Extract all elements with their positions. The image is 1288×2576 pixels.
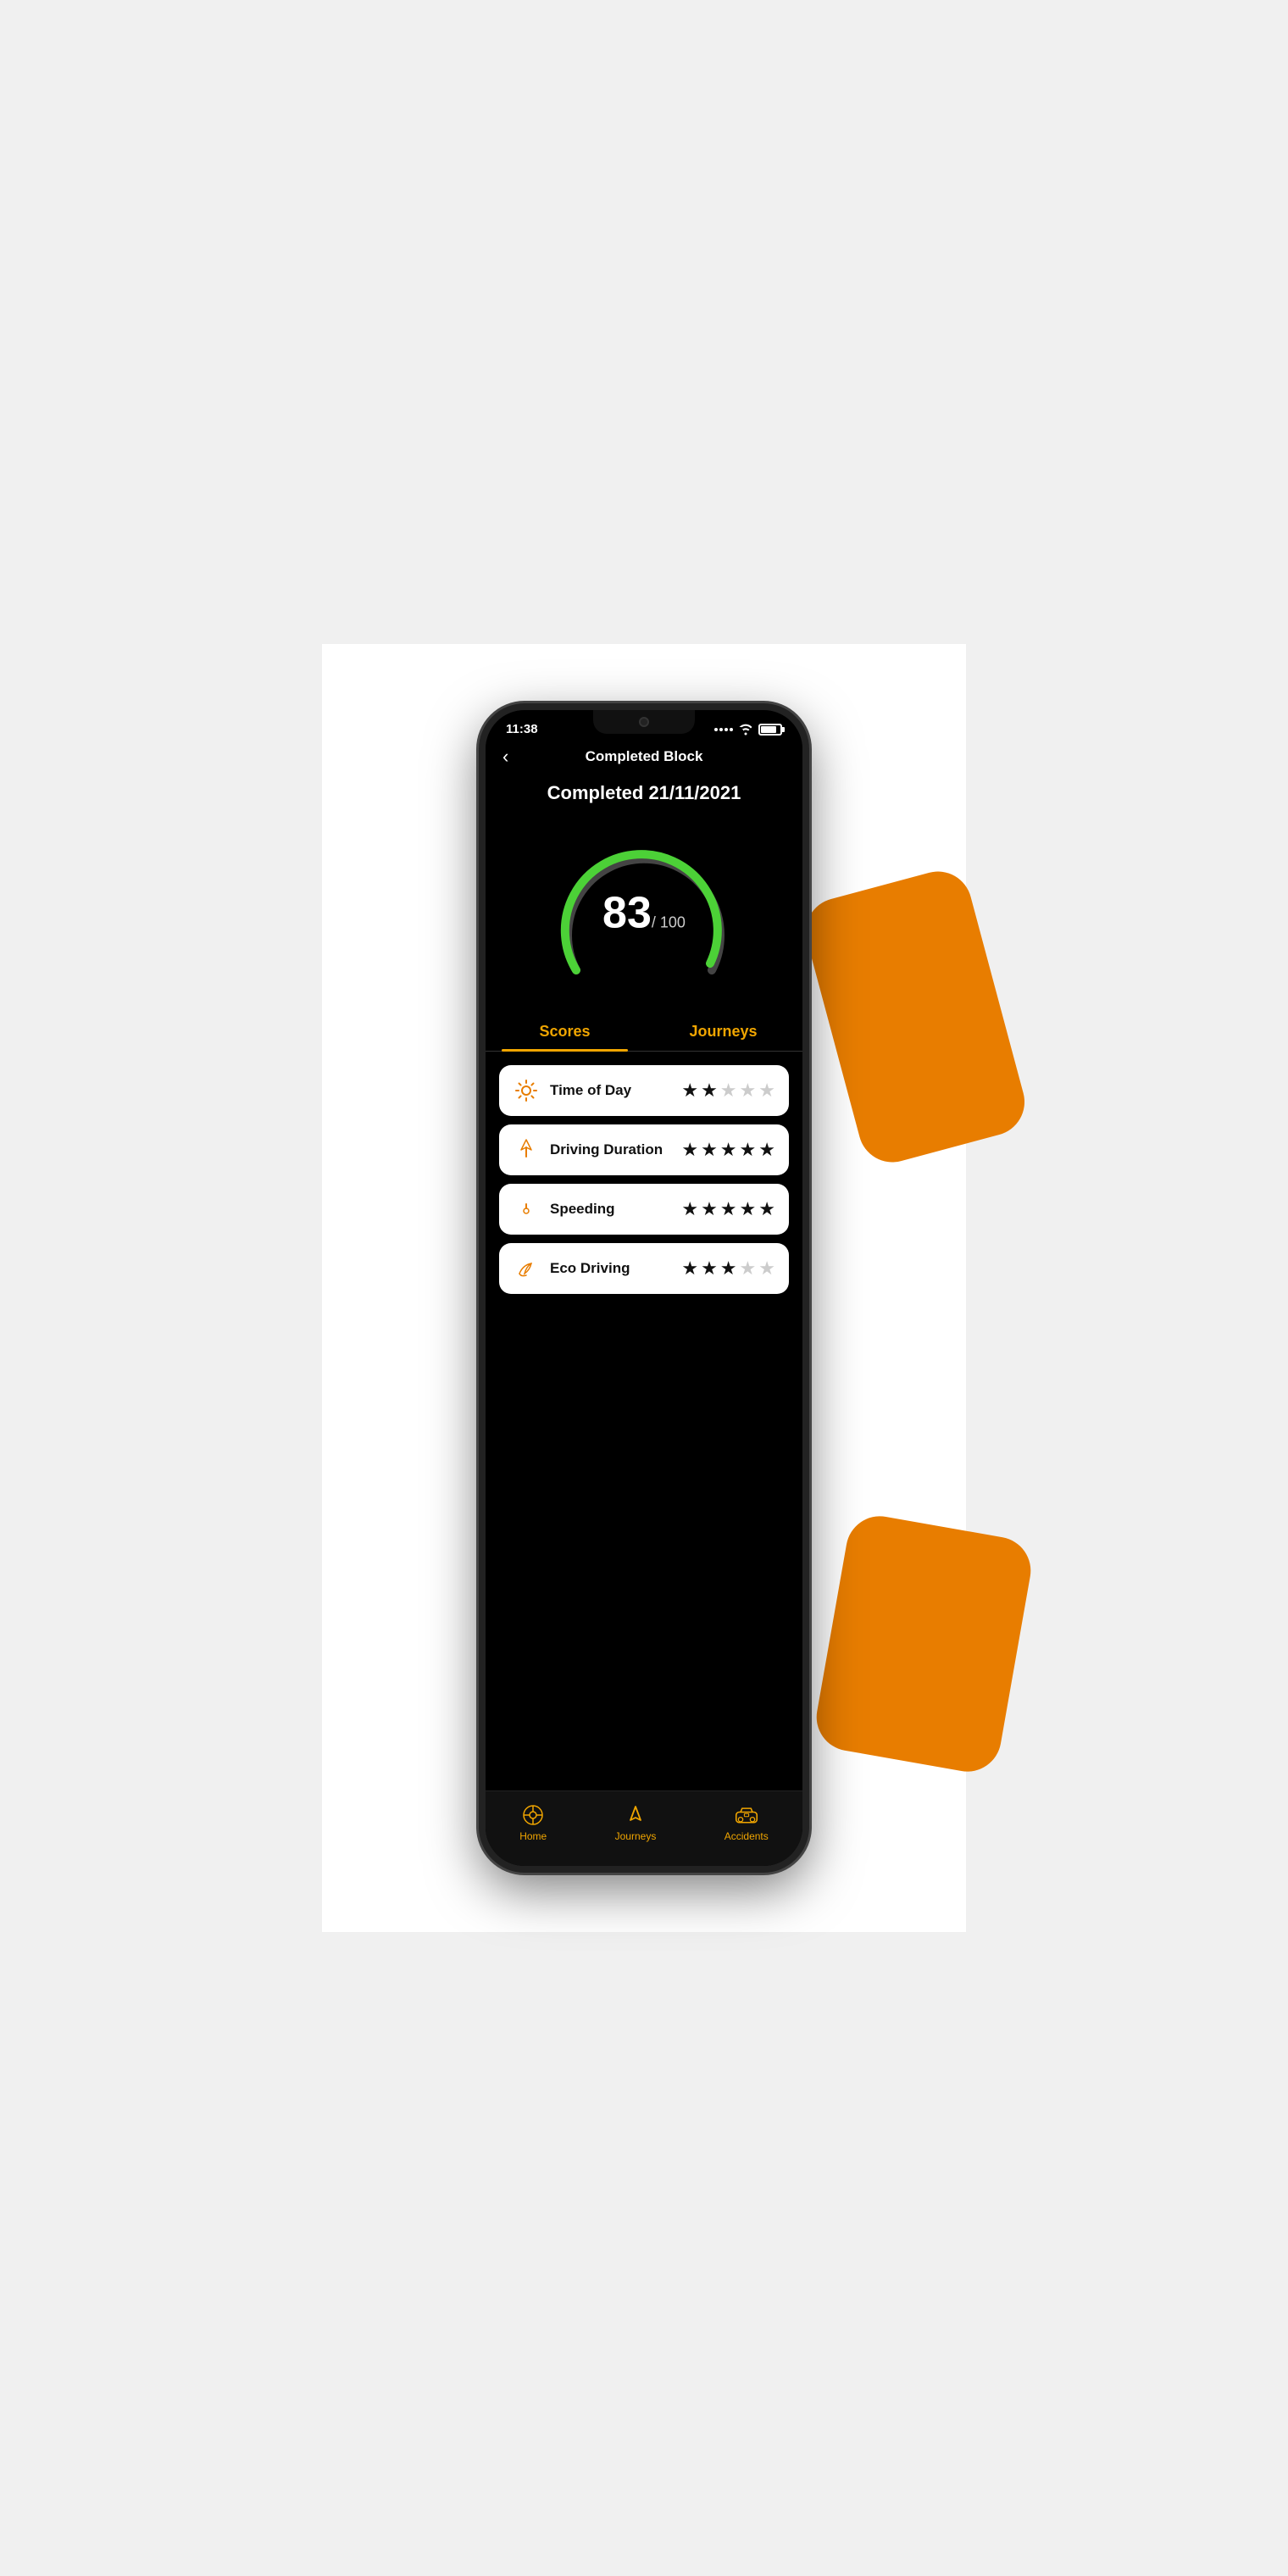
battery-icon — [758, 724, 782, 736]
scores-list: Time of Day ★ ★ ★ ★ ★ — [486, 1062, 802, 1790]
score-label-driving-duration: Driving Duration — [550, 1141, 671, 1158]
gauge-score-total: / 100 — [652, 914, 686, 931]
star-1: ★ — [681, 1257, 698, 1280]
score-item-eco-driving[interactable]: Eco Driving ★ ★ ★ ★ ★ — [499, 1243, 789, 1294]
nav-item-journeys[interactable]: Journeys — [615, 1803, 657, 1842]
nav-item-accidents[interactable]: Accidents — [724, 1803, 769, 1842]
status-time: 11:38 — [506, 722, 538, 736]
score-item-speeding[interactable]: Speeding ★ ★ ★ ★ ★ — [499, 1184, 789, 1235]
stars-driving-duration: ★ ★ ★ ★ ★ — [681, 1139, 775, 1161]
tab-journeys[interactable]: Journeys — [644, 1013, 802, 1051]
decoration-blob-bottom — [811, 1511, 1035, 1777]
header: ‹ Completed Block — [486, 741, 802, 775]
phone-notch — [593, 710, 695, 734]
driving-duration-icon — [513, 1136, 540, 1163]
home-icon — [521, 1803, 545, 1827]
star-3: ★ — [720, 1257, 737, 1280]
score-item-driving-duration[interactable]: Driving Duration ★ ★ ★ ★ ★ — [499, 1124, 789, 1175]
nav-label-home: Home — [519, 1830, 547, 1842]
star-2: ★ — [701, 1139, 718, 1161]
camera — [639, 717, 649, 727]
star-4: ★ — [740, 1198, 757, 1220]
side-button — [806, 1007, 809, 1058]
tabs: Scores Journeys — [486, 1013, 802, 1052]
stars-speeding: ★ ★ ★ ★ ★ — [681, 1198, 775, 1220]
decoration-blob-top — [798, 864, 1032, 1170]
star-5: ★ — [758, 1080, 775, 1102]
star-5: ★ — [758, 1257, 775, 1280]
star-4: ★ — [740, 1139, 757, 1161]
star-4: ★ — [740, 1257, 757, 1280]
header-title: Completed Block — [586, 748, 703, 765]
tab-scores[interactable]: Scores — [486, 1013, 644, 1051]
back-button[interactable]: ‹ — [502, 746, 508, 768]
star-1: ★ — [681, 1198, 698, 1220]
star-2: ★ — [701, 1080, 718, 1102]
page-wrapper: 11:38 — [322, 644, 966, 1932]
star-1: ★ — [681, 1139, 698, 1161]
score-label-eco-driving: Eco Driving — [550, 1260, 671, 1277]
wifi-icon — [738, 724, 753, 736]
nav-label-journeys: Journeys — [615, 1830, 657, 1842]
score-label-time-of-day: Time of Day — [550, 1082, 671, 1099]
stars-eco-driving: ★ ★ ★ ★ ★ — [681, 1257, 775, 1280]
battery-fill — [761, 726, 776, 733]
bottom-nav: Home Journeys — [486, 1790, 802, 1866]
star-3: ★ — [720, 1080, 737, 1102]
gauge-score-text: 83/ 100 — [602, 891, 686, 935]
time-of-day-icon — [513, 1077, 540, 1104]
stars-time-of-day: ★ ★ ★ ★ ★ — [681, 1080, 775, 1102]
gauge-wrapper: 83/ 100 — [551, 826, 737, 996]
journeys-icon — [624, 1803, 647, 1827]
screen: 11:38 — [486, 710, 802, 1866]
star-5: ★ — [758, 1139, 775, 1161]
status-icons — [714, 724, 782, 736]
phone-shell: 11:38 — [479, 703, 809, 1873]
nav-item-home[interactable]: Home — [519, 1803, 547, 1842]
eco-driving-icon — [513, 1255, 540, 1282]
score-label-speeding: Speeding — [550, 1201, 671, 1218]
star-5: ★ — [758, 1198, 775, 1220]
star-4: ★ — [740, 1080, 757, 1102]
score-gauge: 83/ 100 — [486, 818, 802, 1013]
signal-icon — [714, 728, 733, 731]
accidents-icon — [735, 1803, 758, 1827]
speeding-icon — [513, 1196, 540, 1223]
star-1: ★ — [681, 1080, 698, 1102]
score-item-time-of-day[interactable]: Time of Day ★ ★ ★ ★ ★ — [499, 1065, 789, 1116]
gauge-score-value: 83 — [602, 889, 652, 938]
nav-label-accidents: Accidents — [724, 1830, 769, 1842]
completed-date: Completed 21/11/2021 — [486, 775, 802, 818]
star-2: ★ — [701, 1198, 718, 1220]
star-3: ★ — [720, 1198, 737, 1220]
star-3: ★ — [720, 1139, 737, 1161]
star-2: ★ — [701, 1257, 718, 1280]
